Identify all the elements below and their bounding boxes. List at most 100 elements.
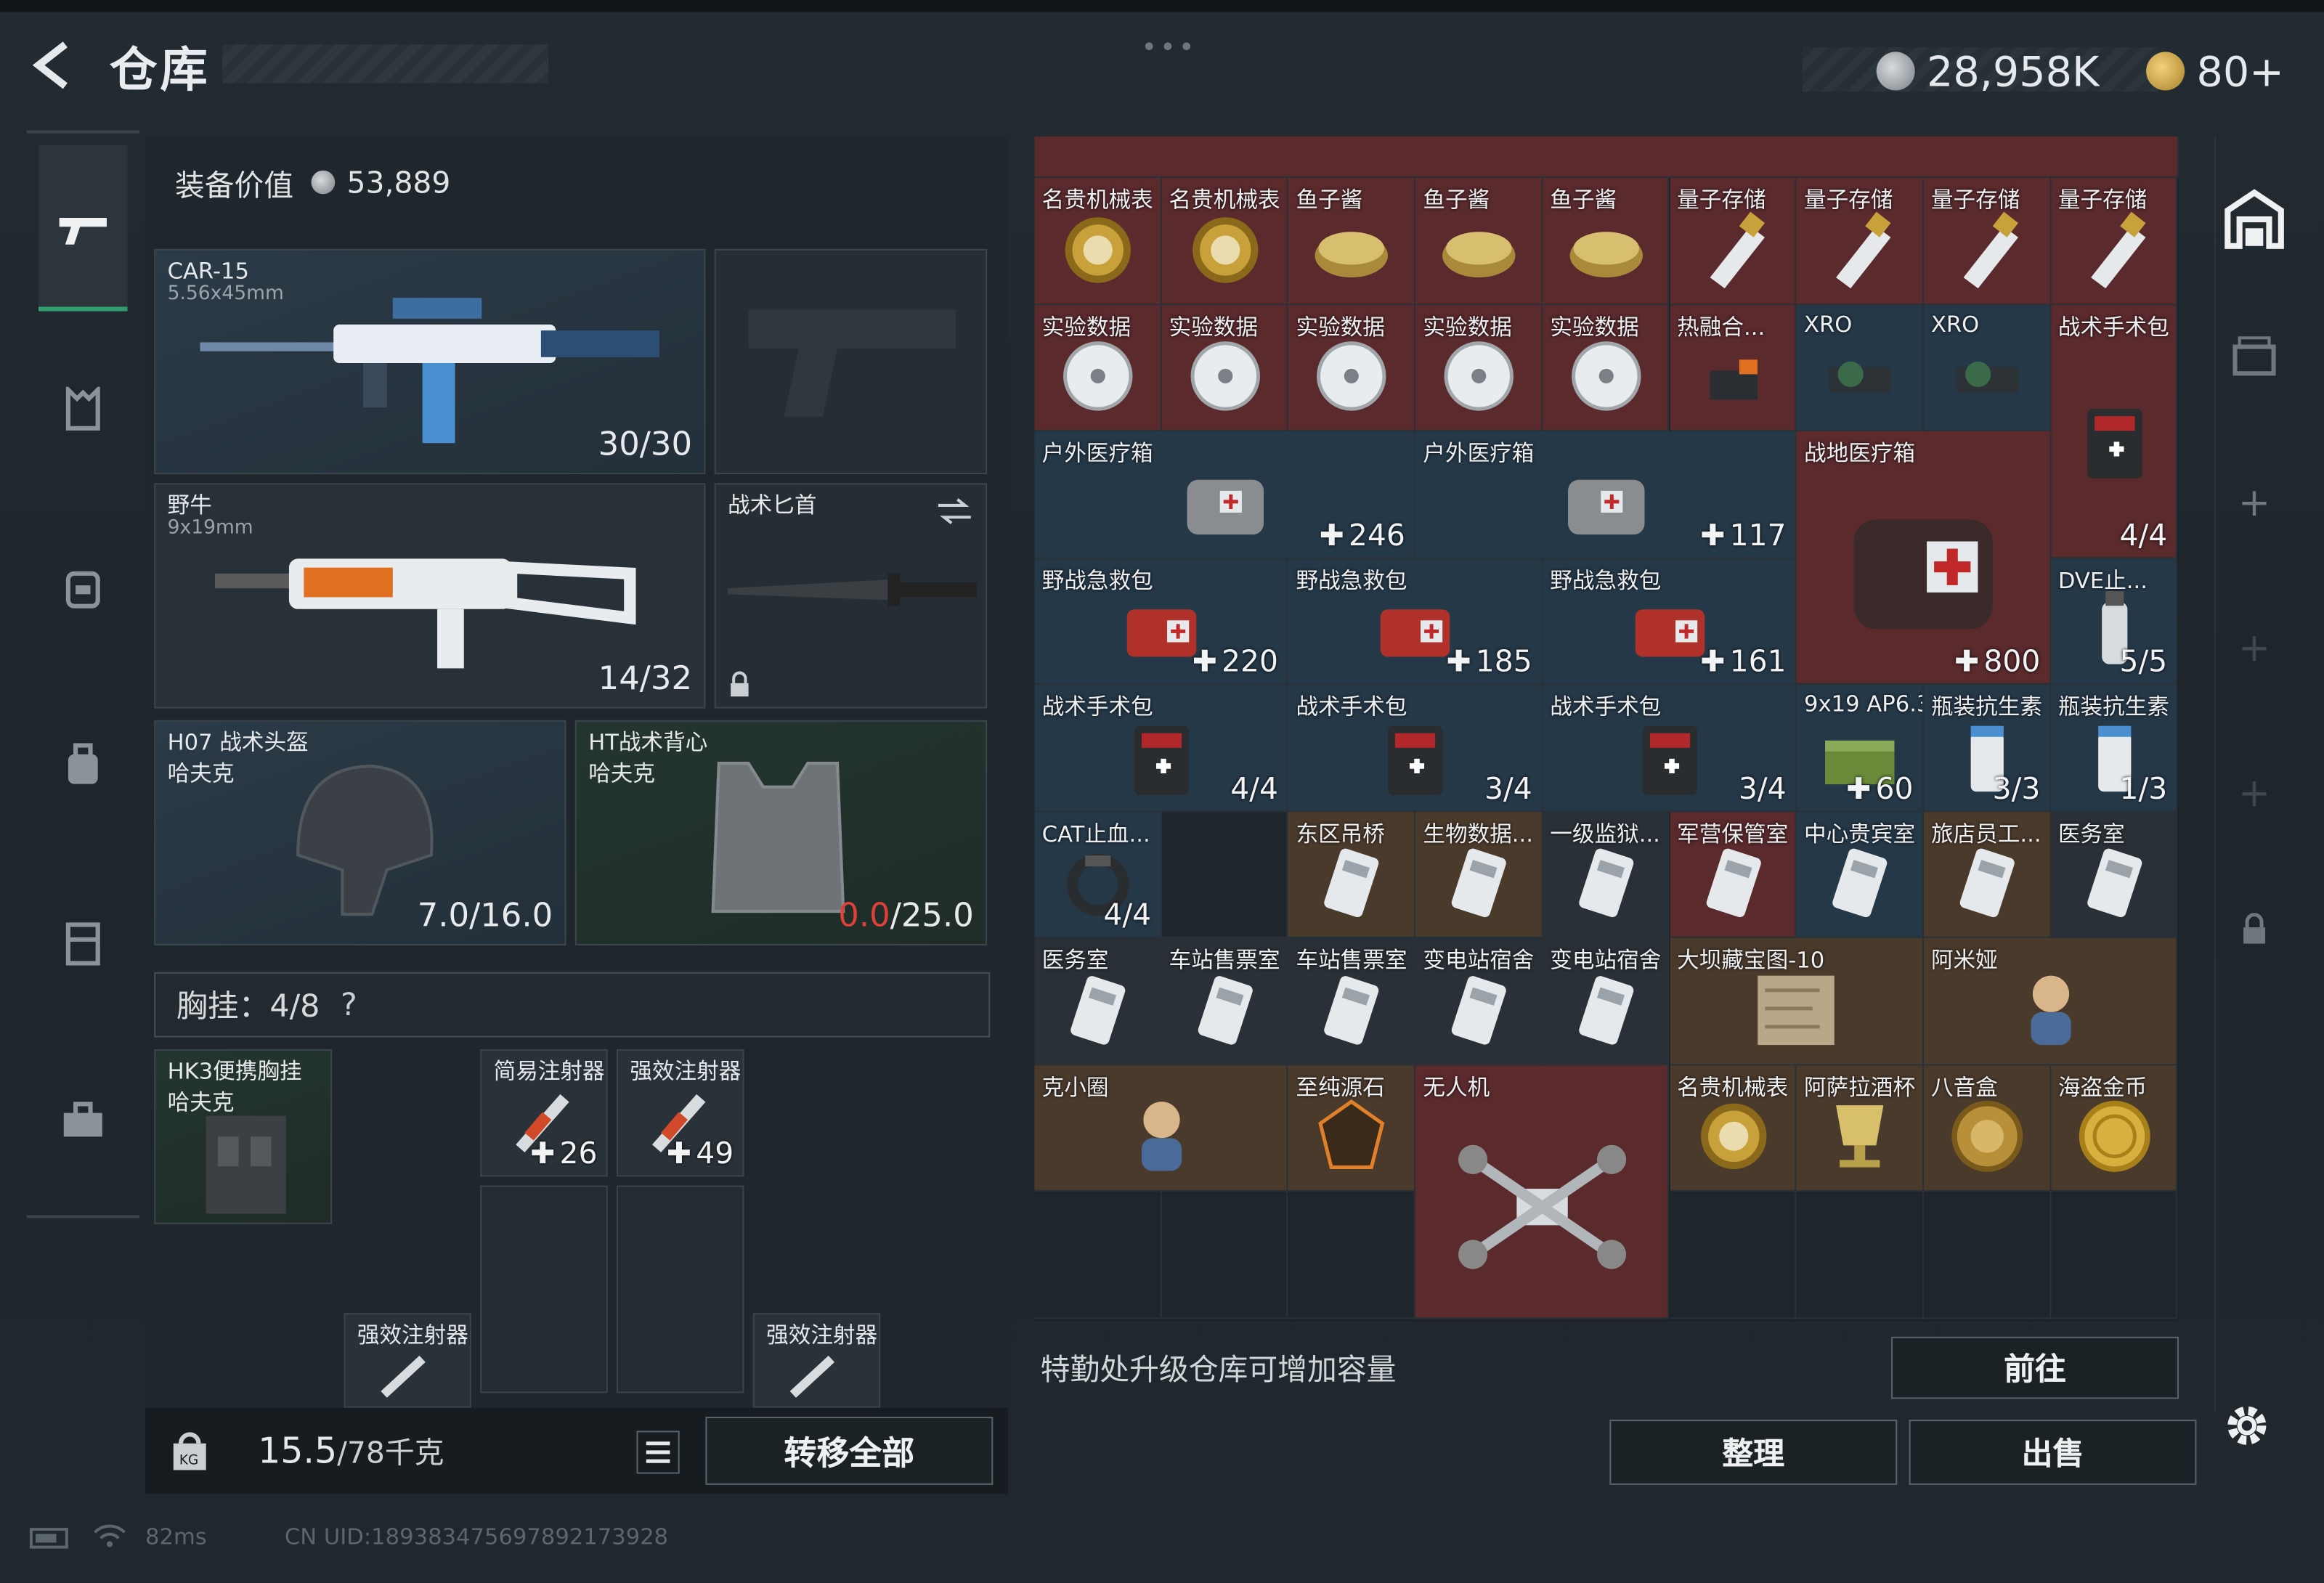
inventory-empty-slot[interactable] (2050, 1191, 2178, 1319)
inventory-item[interactable]: 克小圈 (1034, 1065, 1289, 1192)
inventory-item[interactable]: 八音盒 (1923, 1065, 2051, 1192)
armor-slot[interactable]: HT战术背心 哈夫克 0.0/25.0 (574, 720, 988, 946)
chest-rig-slot[interactable]: HK3便携胸挂 哈夫克 (154, 1049, 333, 1224)
inventory-item[interactable]: 实验数据 (1034, 304, 1162, 431)
key-card-icon (2087, 849, 2142, 919)
add-storage-icon[interactable]: + (2230, 625, 2278, 672)
inventory-empty-slot[interactable] (1796, 1191, 1924, 1319)
inventory-empty-slot[interactable] (1161, 811, 1289, 938)
sell-button[interactable]: 出售 (1909, 1420, 2197, 1485)
pouch-slot[interactable]: 强效注射器 ✚ 49 (616, 1049, 744, 1177)
item-label: 变电站宿舍 (1550, 947, 1662, 974)
inventory-item[interactable]: 量子存储 (1923, 177, 2051, 305)
nav-storage[interactable] (41, 901, 124, 984)
inventory-item[interactable]: XRO (1923, 304, 2051, 431)
inventory-item[interactable]: CAT止血... 4/4 (1034, 811, 1162, 938)
secondary-weapon-slot[interactable]: 野牛 9x19mm 14/32 (154, 483, 706, 709)
goto-button[interactable]: 前往 (1891, 1336, 2179, 1399)
item-quantity: 4/4 (2120, 516, 2168, 552)
inventory-item[interactable]: 车站售票室 (1288, 937, 1416, 1065)
inventory-item[interactable]: 量子存储 (1669, 177, 1797, 305)
more-dots-icon[interactable]: ••• (1141, 33, 1197, 64)
inventory-item[interactable]: 实验数据 (1161, 304, 1289, 431)
inventory-item[interactable]: 至纯源石 (1288, 1065, 1416, 1192)
inventory-item[interactable]: 瓶装抗生素 3/3 (1923, 684, 2051, 812)
inventory-item[interactable]: 野战急救包 ✚ 220 (1034, 558, 1289, 685)
inventory-item[interactable]: 阿萨拉酒杯 (1796, 1065, 1924, 1192)
inventory-item[interactable]: 医务室 (1034, 937, 1162, 1065)
inventory-item[interactable]: 车站售票室 (1161, 937, 1289, 1065)
inventory-empty-slot[interactable] (1923, 1191, 2051, 1319)
add-storage-icon[interactable]: + (2230, 480, 2278, 527)
inventory-item[interactable]: 战地医疗箱 ✚ 800 (1796, 431, 2051, 685)
inventory-item[interactable]: 名贵机械表 (1669, 1065, 1797, 1192)
inventory-item[interactable]: 一级监狱... (1543, 811, 1670, 938)
inventory-item[interactable]: 鱼子酱 (1415, 177, 1543, 305)
inventory-item[interactable]: 户外医疗箱 ✚ 246 (1034, 431, 1416, 558)
inventory-item[interactable]: 实验数据 (1415, 304, 1543, 431)
inventory-item[interactable]: 战术手术包 3/4 (1543, 684, 1797, 812)
inventory-item[interactable]: 名贵机械表 (1034, 177, 1162, 305)
pouch-slot-empty[interactable] (616, 1185, 744, 1393)
swap-icon[interactable] (935, 497, 974, 526)
inventory-item[interactable]: 鱼子酱 (1288, 177, 1416, 305)
settings-gear-icon[interactable] (2220, 1399, 2273, 1452)
inventory-item[interactable]: 阿米娅 (1923, 937, 2178, 1065)
inventory-item[interactable]: 战术手术包 3/4 (1288, 684, 1543, 812)
nav-case[interactable] (41, 1079, 124, 1162)
inventory-item[interactable]: 量子存储 (1796, 177, 1924, 305)
add-storage-icon[interactable]: + (2230, 770, 2278, 818)
helmet-slot[interactable]: H07 战术头盔 哈夫克 7.0/16.0 (154, 720, 566, 946)
inventory-item[interactable]: 瓶装抗生素 1/3 (2050, 684, 2178, 812)
inventory-item[interactable]: 名贵机械表 (1161, 177, 1289, 305)
inventory-item[interactable]: 中心贵宾室 (1796, 811, 1924, 938)
inventory-item[interactable]: 实验数据 (1543, 304, 1670, 431)
inventory-empty-slot[interactable] (1669, 1191, 1797, 1319)
inventory-item[interactable]: 野战急救包 ✚ 185 (1288, 558, 1543, 685)
sort-button[interactable]: 整理 (1609, 1420, 1898, 1485)
watch-icon (1700, 1104, 1766, 1171)
inventory-item[interactable]: 野战急救包 ✚ 161 (1543, 558, 1797, 685)
inventory-item[interactable]: 热融合... (1669, 304, 1797, 431)
primary-weapon-slot[interactable]: CAR-15 5.56x45mm 30/30 (154, 248, 706, 475)
inventory-item[interactable]: 战术手术包 4/4 (2050, 304, 2178, 558)
inventory-item[interactable]: XRO (1796, 304, 1924, 431)
inventory-item[interactable]: 量子存储 (2050, 177, 2178, 305)
pouch-slot[interactable]: 简易注射器 ✚ 26 (480, 1049, 608, 1177)
storage-box-icon[interactable] (2230, 332, 2278, 379)
nav-backpack[interactable] (41, 545, 124, 628)
inventory-item[interactable]: 大坝藏宝图-10 (1669, 937, 1924, 1065)
inventory-item[interactable]: 东区吊桥 (1288, 811, 1416, 938)
pouch-slot[interactable]: 强效注射器 (344, 1313, 471, 1408)
inventory-item[interactable]: 户外医疗箱 ✚ 117 (1415, 431, 1797, 558)
nav-weapons[interactable] (41, 190, 124, 272)
gold-currency[interactable]: 80+ (2146, 41, 2284, 101)
inventory-item[interactable]: DVE止... 5/5 (2050, 558, 2178, 685)
pouch-slot[interactable]: 强效注射器 (752, 1313, 881, 1408)
inventory-item[interactable]: 战术手术包 4/4 (1034, 684, 1289, 812)
inventory-item[interactable]: 旅店员工... (1923, 811, 2051, 938)
inventory-empty-slot[interactable] (1161, 1191, 1289, 1319)
inventory-item[interactable]: 海盗金币 (2050, 1065, 2178, 1192)
warehouse-icon[interactable] (2222, 187, 2287, 252)
inventory-empty-slot[interactable] (1288, 1191, 1416, 1319)
help-icon[interactable]: ? (341, 987, 357, 1022)
inventory-item[interactable]: 生物数据... (1415, 811, 1543, 938)
inventory-item[interactable]: 军营保管室 (1669, 811, 1797, 938)
inventory-item[interactable]: 变电站宿舍 (1415, 937, 1543, 1065)
back-arrow-icon[interactable] (27, 38, 80, 91)
list-icon[interactable] (634, 1428, 681, 1476)
pistol-slot-empty[interactable] (714, 248, 988, 475)
pouch-slot-empty[interactable] (480, 1185, 608, 1393)
inventory-item[interactable]: 变电站宿舍 (1543, 937, 1670, 1065)
inventory-item[interactable]: 鱼子酱 (1543, 177, 1670, 305)
nav-bag[interactable] (41, 723, 124, 806)
inventory-item[interactable]: 无人机 (1415, 1065, 1670, 1319)
nav-armor[interactable] (41, 367, 124, 450)
melee-slot[interactable]: 战术匕首 (714, 483, 988, 709)
inventory-empty-slot[interactable] (1034, 1191, 1162, 1319)
transfer-all-button[interactable]: 转移全部 (705, 1417, 994, 1485)
inventory-item[interactable]: 医务室 (2050, 811, 2178, 938)
inventory-item[interactable]: 实验数据 (1288, 304, 1416, 431)
inventory-item[interactable]: 9x19 AP6.3 ✚ 60 (1796, 684, 1924, 812)
